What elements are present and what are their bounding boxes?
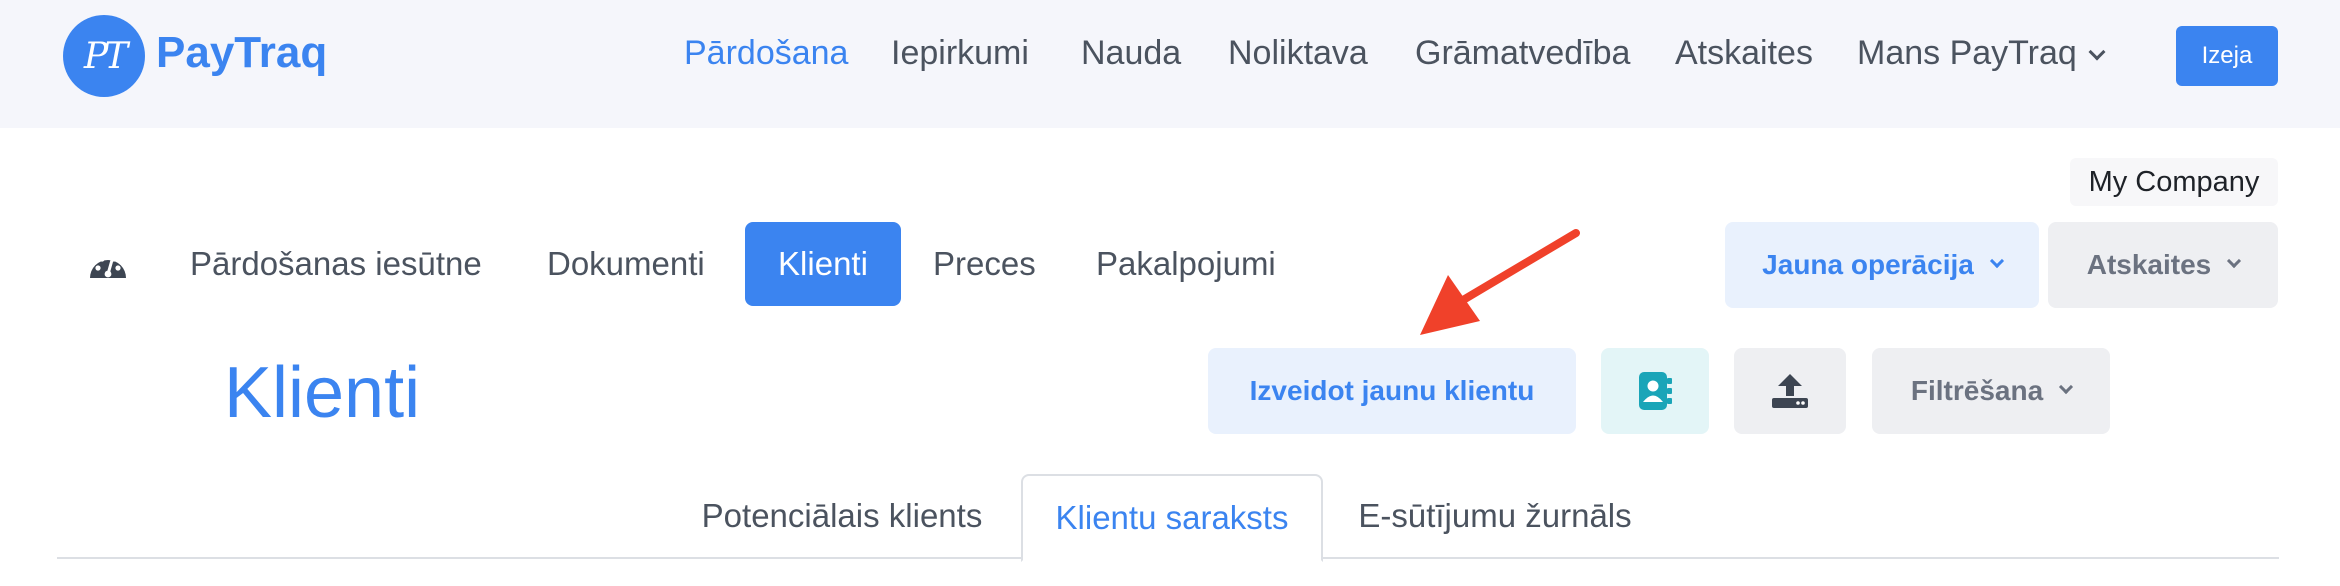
subnav-item-goods[interactable]: Preces <box>933 222 1036 306</box>
nav-item-purchases[interactable]: Iepirkumi <box>891 34 1029 73</box>
nav-item-money[interactable]: Nauda <box>1081 34 1181 73</box>
upload-icon <box>1772 374 1808 408</box>
nav-item-reports[interactable]: Atskaites <box>1675 34 1813 73</box>
top-navigation-bar: PT PayTraq Pārdošana Iepirkumi Nauda Nol… <box>0 0 2340 128</box>
new-operation-button[interactable]: Jauna operācija <box>1725 222 2039 308</box>
filter-dropdown-button[interactable]: Filtrēšana <box>1872 348 2110 434</box>
new-operation-label: Jauna operācija <box>1762 249 1974 280</box>
nav-item-my-paytraq-label: Mans PayTraq <box>1857 34 2077 72</box>
subnav-item-clients[interactable]: Klienti <box>745 222 901 306</box>
reports-dropdown-label: Atskaites <box>2086 249 2212 280</box>
tab-client-list[interactable]: Klientu saraksts <box>1021 474 1323 562</box>
subnav-item-documents[interactable]: Dokumenti <box>547 222 705 306</box>
nav-item-my-paytraq[interactable]: Mans PayTraq <box>1857 34 2106 73</box>
paytraq-logo-icon[interactable]: PT <box>63 15 145 97</box>
nav-item-accounting[interactable]: Grāmatvedība <box>1415 34 1630 73</box>
tab-potential-clients[interactable]: Potenciālais klients <box>682 474 1002 558</box>
filter-label: Filtrēšana <box>1910 375 2044 406</box>
subnav-item-sales-inbox[interactable]: Pārdošanas iesūtne <box>190 222 482 306</box>
create-client-button[interactable]: Izveidot jaunu klientu <box>1208 348 1576 434</box>
chevron-down-icon <box>2059 379 2074 395</box>
reports-dropdown-button[interactable]: Atskaites <box>2048 222 2278 308</box>
nav-item-sales[interactable]: Pārdošana <box>684 34 848 73</box>
annotation-arrow <box>1420 229 1580 335</box>
subnav-item-services[interactable]: Pakalpojumi <box>1096 222 1276 306</box>
nav-item-warehouse[interactable]: Noliktava <box>1228 34 1368 73</box>
logout-button[interactable]: Izeja <box>2176 26 2278 86</box>
brand-name[interactable]: PayTraq <box>156 28 327 78</box>
import-button[interactable] <box>1734 348 1846 434</box>
address-book-icon <box>1639 372 1672 410</box>
tab-e-delivery-log[interactable]: E-sūtījumu žurnāls <box>1332 474 1658 558</box>
page-title: Klienti <box>224 353 421 433</box>
chevron-down-icon <box>2227 253 2242 269</box>
chevron-down-icon <box>2088 43 2106 61</box>
speedometer-icon[interactable] <box>88 248 128 282</box>
contacts-button[interactable] <box>1601 348 1709 434</box>
company-selector[interactable]: My Company <box>2070 158 2278 206</box>
chevron-down-icon <box>1989 253 2004 269</box>
